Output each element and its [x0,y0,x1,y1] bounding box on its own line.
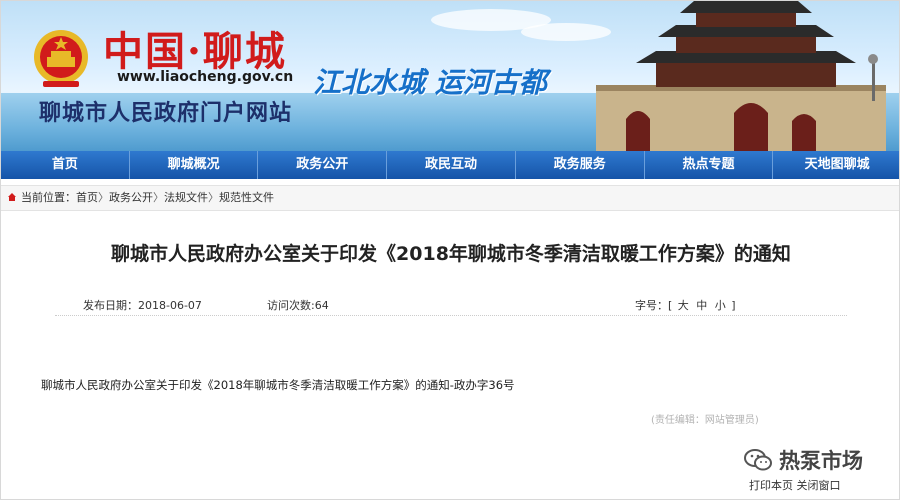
font-size-bracket-end: ] [731,299,736,312]
nav-item-topics[interactable]: 热点专题 [645,151,774,179]
close-window-link[interactable]: 关闭窗口 [797,479,841,492]
main-nav: 首页 聊城概况 政务公开 政民互动 政务服务 热点专题 天地图聊城 [1,151,899,179]
nav-item-overview[interactable]: 聊城概况 [130,151,259,179]
breadcrumb-separator: 〉 [98,191,109,204]
meta-divider [55,315,847,316]
nav-item-services[interactable]: 政务服务 [516,151,645,179]
nav-item-interaction[interactable]: 政民互动 [387,151,516,179]
article-body: 聊城市人民政府办公室关于印发《2018年聊城市冬季清洁取暖工作方案》的通知-政办… [41,378,515,392]
breadcrumb-separator: 〉 [208,191,219,204]
article-title: 聊城市人民政府办公室关于印发《2018年聊城市冬季清洁取暖工作方案》的通知 [111,243,791,265]
font-size-medium-button[interactable]: 中 [694,299,709,312]
publish-date: 发布日期：2018-06-07 [83,299,202,312]
site-url: www.liaocheng.gov.cn [117,69,294,85]
nav-item-map[interactable]: 天地图聊城 [773,151,899,179]
font-size-control: 字号：[ 大 中 小 ] [635,297,736,313]
breadcrumb-prefix: 当前位置： [21,191,76,204]
breadcrumb-item-gov-affairs[interactable]: 政务公开 [109,191,153,204]
font-size-large-button[interactable]: 大 [676,299,691,312]
responsible-editor: (责任编辑：网站管理员) [651,415,759,426]
city-tower-image [596,1,886,151]
breadcrumb-separator: 〉 [153,191,164,204]
footer-links: 打印本页 关闭窗口 [749,477,841,493]
breadcrumb: 当前位置：首页〉政务公开〉法规文件〉规范性文件 [1,185,899,211]
nav-item-home[interactable]: 首页 [1,151,130,179]
font-size-small-button[interactable]: 小 [713,299,728,312]
print-page-link[interactable]: 打印本页 [749,479,793,492]
wechat-icon [744,449,772,471]
nav-item-gov-affairs[interactable]: 政务公开 [258,151,388,179]
breadcrumb-item-home[interactable]: 首页 [76,191,98,204]
page-frame: 中国·聊城 www.liaocheng.gov.cn 聊城市人民政府门户网站 江… [0,0,900,500]
watermark-text: 热泵市场 [779,449,863,473]
breadcrumb-item-normative-docs[interactable]: 规范性文件 [219,191,274,204]
breadcrumb-item-regulations[interactable]: 法规文件 [164,191,208,204]
view-count: 访问次数:64 [267,299,329,312]
font-size-label: 字号：[ [635,299,673,312]
banner-slogan: 江北水城 运河古都 [313,66,547,99]
home-icon [8,193,16,201]
header-banner: 中国·聊城 www.liaocheng.gov.cn 聊城市人民政府门户网站 江… [1,1,899,151]
national-emblem-icon [34,30,88,87]
site-title: 聊城市人民政府门户网站 [39,101,293,126]
